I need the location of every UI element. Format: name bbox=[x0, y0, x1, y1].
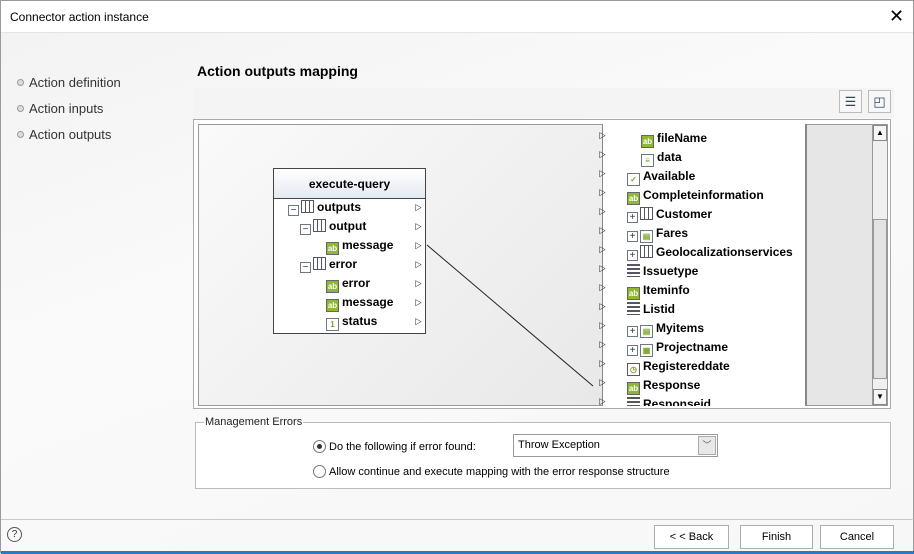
finish-button[interactable]: Finish bbox=[740, 525, 813, 549]
connector-port-icon[interactable]: ▷ bbox=[599, 149, 605, 160]
connector-port-icon[interactable]: ▷ bbox=[599, 130, 605, 141]
connector-port-icon[interactable]: ▷ bbox=[599, 301, 605, 312]
connector-port-icon[interactable]: ▷ bbox=[599, 168, 605, 179]
radio-do-following[interactable]: Do the following if error found: bbox=[313, 440, 476, 453]
radio-allow-continue[interactable]: Allow continue and execute mapping with … bbox=[313, 465, 670, 478]
chevron-down-icon[interactable]: ﹀ bbox=[698, 436, 716, 455]
connector-port-icon[interactable]: ▷ bbox=[599, 282, 605, 293]
connector-port-icon[interactable]: ▷ bbox=[599, 263, 605, 274]
connector-port-icon[interactable]: ▷ bbox=[599, 339, 605, 350]
connector-port-icon[interactable]: ▷ bbox=[599, 225, 605, 236]
connector-port-icon[interactable]: ▷ bbox=[599, 358, 605, 369]
connector-port-icon[interactable]: ▷ bbox=[599, 320, 605, 331]
mapping-line-message-to-response[interactable] bbox=[426, 244, 594, 387]
connector-port-icon[interactable]: ▷ bbox=[599, 244, 605, 255]
cancel-button[interactable]: Cancel bbox=[820, 525, 894, 549]
radio-label: Do the following if error found: bbox=[329, 441, 476, 453]
connector-port-icon[interactable]: ▷ bbox=[599, 396, 605, 407]
radio-selected-icon bbox=[313, 440, 326, 453]
dialog-window: Connector action instance ✕ Action defin… bbox=[0, 0, 914, 554]
footer-divider bbox=[1, 519, 914, 520]
error-action-select[interactable]: Throw Exception ﹀ bbox=[513, 434, 718, 457]
radio-label: Allow continue and execute mapping with … bbox=[329, 466, 670, 478]
group-legend: Management Errors bbox=[205, 416, 303, 428]
select-value: Throw Exception bbox=[518, 439, 600, 451]
help-icon[interactable]: ? bbox=[7, 527, 22, 542]
connector-port-icon[interactable]: ▷ bbox=[599, 377, 605, 388]
connector-port-icon[interactable]: ▷ bbox=[599, 206, 605, 217]
back-button[interactable]: < < Back bbox=[654, 525, 729, 549]
connector-port-icon[interactable]: ▷ bbox=[599, 187, 605, 198]
radio-unselected-icon bbox=[313, 465, 326, 478]
